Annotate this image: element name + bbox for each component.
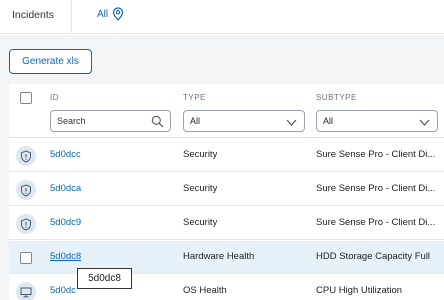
incident-id-link[interactable]: 5d0dc8	[50, 251, 81, 262]
type-select-value[interactable]: All	[190, 116, 200, 126]
subtype-select[interactable]: All	[316, 110, 438, 132]
column-header-subtype[interactable]: SUBTYPE	[316, 93, 357, 102]
row-checkbox[interactable]	[20, 252, 32, 264]
incidents-table: ID TYPE SUBTYPE All All	[9, 84, 444, 300]
column-header-id[interactable]: ID	[50, 93, 59, 102]
subtype-select-value[interactable]: All	[323, 116, 333, 126]
id-search-input[interactable]	[57, 116, 137, 126]
shield-icon	[16, 214, 36, 234]
tooltip: 5d0dc8	[77, 268, 132, 289]
incident-type: Hardware Health	[183, 251, 255, 262]
search-icon[interactable]	[151, 115, 164, 128]
table-row[interactable]: 5d0dc OS Health CPU High Utilization	[9, 275, 444, 300]
incident-id-link[interactable]: 5d0dc	[50, 285, 76, 296]
incident-type: Security	[183, 217, 218, 228]
divider	[71, 0, 72, 34]
incident-subtype: CPU High Utilization	[316, 285, 403, 296]
chevron-down-icon[interactable]	[285, 116, 298, 129]
id-search-field[interactable]	[50, 110, 171, 132]
incident-subtype: Sure Sense Pro - Client Di...	[316, 183, 436, 194]
incident-type: Security	[183, 149, 218, 160]
table-header: ID TYPE SUBTYPE All All	[9, 84, 444, 138]
incident-id-link[interactable]: 5d0dca	[50, 183, 81, 194]
monitor-icon	[16, 282, 36, 300]
incident-id-link[interactable]: 5d0dc9	[50, 217, 81, 228]
column-header-type[interactable]: TYPE	[183, 93, 206, 102]
incident-subtype: Sure Sense Pro - Client Di...	[316, 149, 436, 160]
incident-id-link[interactable]: 5d0dcc	[50, 149, 81, 160]
generate-xls-button[interactable]: Generate xls	[9, 49, 92, 74]
select-all-checkbox[interactable]	[20, 92, 32, 104]
chevron-down-icon[interactable]	[418, 116, 431, 129]
table-row[interactable]: 5d0dca Security Sure Sense Pro - Client …	[9, 173, 444, 206]
shield-icon	[16, 146, 36, 166]
incident-type: Security	[183, 183, 218, 194]
table-row[interactable]: 5d0dcc Security Sure Sense Pro - Client …	[9, 139, 444, 172]
incident-subtype: HDD Storage Capacity Full	[316, 251, 431, 262]
table-row[interactable]: 5d0dc8 Hardware Health HDD Storage Capac…	[9, 241, 444, 274]
type-select[interactable]: All	[183, 110, 305, 132]
map-pin-icon[interactable]	[112, 7, 124, 21]
incident-subtype: Sure Sense Pro - Client Di...	[316, 217, 436, 228]
table-row[interactable]: 5d0dc9 Security Sure Sense Pro - Client …	[9, 207, 444, 240]
top-bar: Incidents All	[0, 0, 444, 34]
location-filter[interactable]: All	[97, 6, 124, 22]
incident-type: OS Health	[183, 285, 227, 296]
shield-icon	[16, 180, 36, 200]
location-filter-label[interactable]: All	[97, 9, 108, 20]
main-content: Generate xls ID TYPE SUBTYPE All	[0, 35, 444, 300]
page-title: Incidents	[12, 9, 55, 21]
